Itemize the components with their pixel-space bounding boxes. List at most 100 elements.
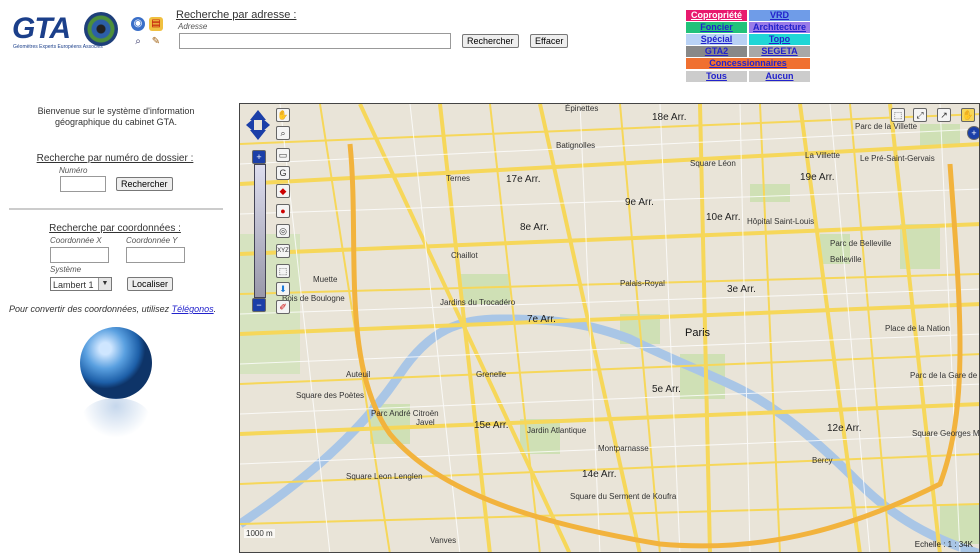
place-label: Hôpital Saint-Louis bbox=[747, 217, 815, 226]
convert-text: Pour convertir des coordonnées, utilisez bbox=[9, 304, 172, 314]
welcome-text: Bienvenue sur le système d'information g… bbox=[37, 106, 195, 127]
arrondissement-label: 9e Arr. bbox=[625, 197, 654, 208]
globe-tool-icon[interactable]: ◉ bbox=[131, 17, 145, 31]
place-label: Javel bbox=[416, 418, 435, 427]
gta-logo: GTA Géomètres Experts Européens Associés bbox=[6, 10, 118, 54]
measure-icon[interactable]: ◆ bbox=[276, 184, 290, 198]
place-label: Bercy bbox=[812, 456, 833, 465]
address-search-title: Recherche par adresse : bbox=[176, 9, 297, 21]
file-number-label: Numéro bbox=[59, 166, 88, 175]
hand-tool-icon[interactable]: ✋ bbox=[276, 108, 290, 122]
address-label: Adresse bbox=[178, 22, 208, 31]
locate-button[interactable]: Localiser bbox=[127, 277, 174, 291]
place-label: Square des Poètes bbox=[296, 391, 365, 400]
layer-topo[interactable]: Topo bbox=[749, 34, 810, 45]
zoom-tool-icon[interactable]: ⌕ bbox=[131, 35, 145, 49]
pan-hand-icon[interactable]: ✋ bbox=[961, 108, 975, 122]
layer-foncier[interactable]: Foncier bbox=[686, 22, 747, 33]
globe-reflection bbox=[82, 398, 150, 438]
arrondissement-label: 7e Arr. bbox=[527, 314, 556, 325]
coord-y-input[interactable] bbox=[126, 247, 185, 263]
logo-text: GTA bbox=[12, 12, 71, 45]
scale-text: 1000 m bbox=[246, 529, 273, 538]
google-icon[interactable]: G bbox=[276, 166, 290, 180]
place-label: Le Pré-Saint-Gervais bbox=[860, 154, 935, 163]
layer-sp-cial[interactable]: Spécial bbox=[686, 34, 747, 45]
place-label: La Villette bbox=[805, 151, 840, 160]
logo-eye-icon bbox=[84, 12, 118, 46]
place-label: Belleville bbox=[830, 255, 862, 264]
arrondissement-label: 17e Arr. bbox=[506, 174, 541, 185]
layer-aucun[interactable]: Aucun bbox=[749, 71, 810, 82]
edit-tool-icon[interactable]: ✎ bbox=[149, 35, 163, 49]
system-label: Système bbox=[50, 265, 82, 274]
place-label: Parc de la Gare de Charonne bbox=[910, 371, 979, 380]
target-icon[interactable]: ◎ bbox=[276, 224, 290, 238]
map-scale-ratio: Echelle : 1 : 34K bbox=[914, 540, 973, 549]
coord-x-input[interactable] bbox=[50, 247, 109, 263]
convert-end: . bbox=[213, 304, 217, 314]
arrondissement-label: 12e Arr. bbox=[827, 423, 862, 434]
layer-vrd[interactable]: VRD bbox=[749, 10, 810, 21]
draw-icon[interactable]: ✐ bbox=[276, 300, 290, 314]
chevron-down-icon[interactable]: ▼ bbox=[98, 278, 111, 290]
file-number-input[interactable] bbox=[60, 176, 106, 192]
layer-tous[interactable]: Tous bbox=[686, 71, 747, 82]
panel-divider bbox=[9, 208, 223, 210]
map-base bbox=[240, 104, 979, 552]
file-search-button[interactable]: Rechercher bbox=[116, 177, 173, 191]
zoom-box-icon[interactable]: ⌕ bbox=[276, 126, 290, 140]
arrondissement-label: 5e Arr. bbox=[652, 384, 681, 395]
layer-copropri-t-[interactable]: Copropriété bbox=[686, 10, 747, 21]
arrondissement-label: 3e Arr. bbox=[727, 284, 756, 295]
arrondissement-label: 14e Arr. bbox=[582, 469, 617, 480]
place-label: Chaillot bbox=[451, 251, 478, 260]
place-label: Ternes bbox=[446, 174, 471, 183]
zoom-out-icon[interactable]: − bbox=[252, 298, 266, 312]
telegonos-link[interactable]: Télégonos bbox=[172, 304, 214, 314]
address-input[interactable] bbox=[179, 33, 451, 49]
address-search-button[interactable]: Rechercher bbox=[462, 34, 519, 48]
system-select[interactable]: Lambert 1 ▼ bbox=[50, 277, 112, 291]
zoom-in-icon[interactable]: + bbox=[252, 150, 266, 164]
place-label: Square Georges Mieux bbox=[912, 429, 980, 438]
marker-icon[interactable]: ● bbox=[276, 204, 290, 218]
box-select-icon[interactable]: ⬚ bbox=[891, 108, 905, 122]
arrondissement-label: Paris bbox=[685, 327, 711, 339]
layer-architecture[interactable]: Architecture bbox=[749, 22, 810, 33]
place-label: Square Leon Lenglen bbox=[346, 472, 423, 481]
xyz-icon[interactable]: XYZ bbox=[276, 244, 290, 258]
system-select-value: Lambert 1 bbox=[53, 280, 94, 290]
layer-concessionnaires[interactable]: Concessionnaires bbox=[686, 58, 810, 69]
place-label: Parc de la Villette bbox=[855, 122, 918, 131]
place-label: Vanves bbox=[430, 536, 457, 545]
place-label: Palais-Royal bbox=[620, 279, 665, 288]
map-viewport[interactable]: 18e Arr. 17e Arr. 9e Arr. 10e Arr. 19e Arr. 8… bbox=[239, 103, 980, 553]
fit-icon[interactable]: ⤢ bbox=[913, 108, 927, 122]
expand-panel-icon[interactable]: + bbox=[967, 126, 979, 140]
layer-gta2[interactable]: GTA2 bbox=[686, 46, 747, 57]
place-label: Montparnasse bbox=[598, 444, 649, 453]
pan-control[interactable] bbox=[246, 110, 270, 140]
select-icon[interactable]: ⬚ bbox=[276, 264, 290, 278]
map-scale-bar: 1000 m bbox=[244, 529, 275, 538]
place-label: Parc de Belleville bbox=[830, 239, 892, 248]
arrondissement-label: 10e Arr. bbox=[706, 212, 741, 223]
place-label: Épinettes bbox=[565, 104, 599, 113]
open-folder-icon[interactable]: ▭ bbox=[276, 148, 290, 162]
layers-tool-icon[interactable]: ▤ bbox=[149, 17, 163, 31]
line-tool-icon[interactable]: ↗ bbox=[937, 108, 951, 122]
arrondissement-label: 8e Arr. bbox=[520, 222, 549, 233]
globe-icon bbox=[80, 327, 152, 399]
logo-tagline: Géomètres Experts Européens Associés bbox=[13, 44, 103, 50]
place-label: Muette bbox=[313, 275, 338, 284]
place-label: Grenelle bbox=[476, 370, 507, 379]
place-label: Bois de Boulogne bbox=[282, 294, 345, 303]
layer-segeta[interactable]: SEGETA bbox=[749, 46, 810, 57]
arrondissement-label: 18e Arr. bbox=[652, 112, 687, 123]
zoom-slider[interactable] bbox=[254, 164, 266, 298]
arrondissement-label: 19e Arr. bbox=[800, 172, 835, 183]
address-clear-button[interactable]: Effacer bbox=[530, 34, 569, 48]
place-label: Parc André Citroën bbox=[371, 409, 439, 418]
download-icon[interactable]: ⬇ bbox=[276, 282, 290, 296]
